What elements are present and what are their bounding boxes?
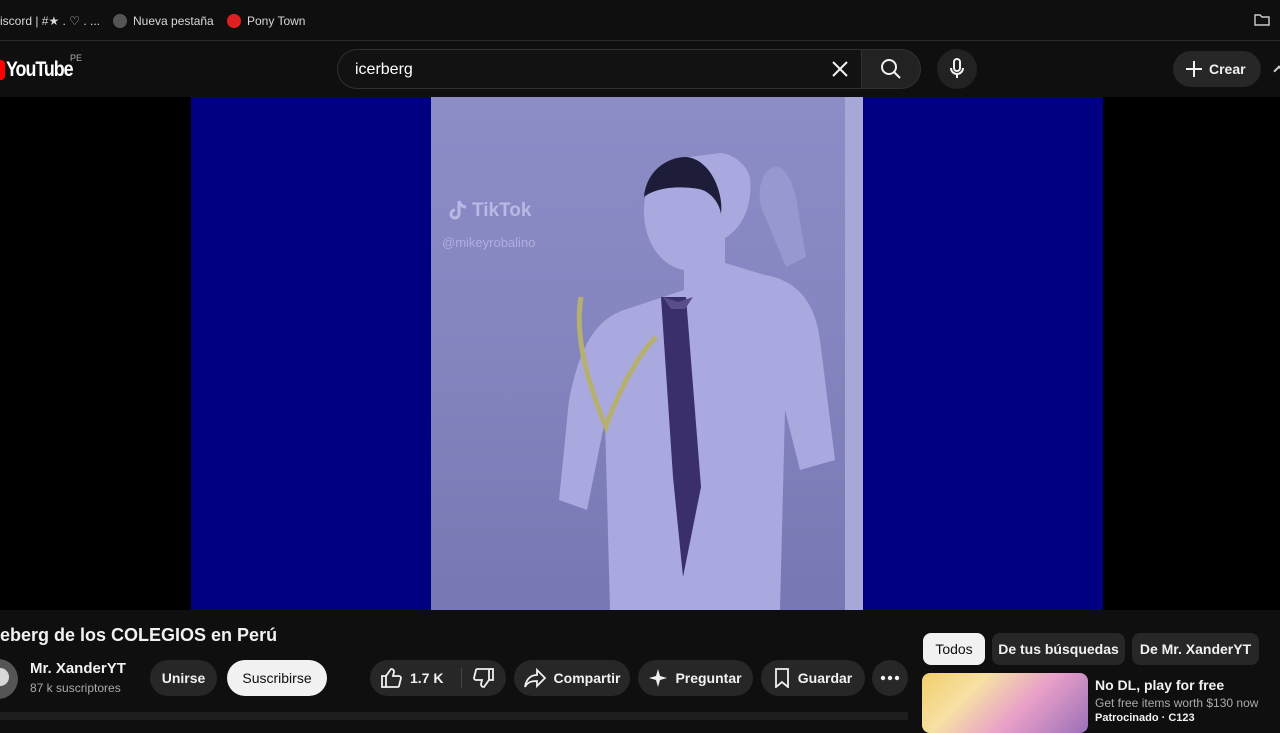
sparkle-icon [649, 669, 668, 687]
more-horizontal-icon [880, 675, 900, 681]
bookmarks-bar: iscord | #★ . ♡ . ... Nueva pestaña Pony… [0, 0, 1280, 41]
join-label: Unirse [161, 670, 206, 686]
like-dislike-group: 1.7 K [370, 660, 506, 696]
subscribe-button[interactable]: Suscribirse [227, 660, 327, 696]
close-icon [832, 61, 848, 77]
play-logo-icon [0, 60, 5, 80]
description-box-edge [0, 712, 908, 720]
chip-from-channel[interactable]: De Mr. XanderYT [1132, 633, 1259, 665]
chip-todos[interactable]: Todos [923, 633, 985, 665]
chip-label: De tus búsquedas [998, 641, 1119, 657]
tiktok-watermark: TikTok [448, 200, 531, 222]
microphone-icon [950, 58, 964, 78]
masthead: YouTube PE Crear [0, 41, 1280, 97]
plus-icon [1186, 61, 1202, 77]
share-button[interactable]: Compartir [514, 660, 630, 696]
create-label: Crear [1209, 61, 1246, 77]
channel-avatar[interactable] [0, 659, 18, 699]
save-button[interactable]: Guardar [761, 660, 865, 696]
folder-icon[interactable] [1254, 13, 1270, 26]
bookmark-discord[interactable]: iscord | #★ . ♡ . ... [0, 13, 100, 29]
search-icon [881, 59, 901, 79]
more-actions-button[interactable] [872, 660, 908, 696]
clear-search-button[interactable] [825, 54, 855, 84]
dislike-button[interactable] [462, 660, 506, 696]
chip-label: De Mr. XanderYT [1139, 641, 1252, 657]
ask-button[interactable]: Preguntar [638, 660, 753, 696]
like-button[interactable]: 1.7 K [370, 660, 460, 696]
video-frame: TikTok @mikeyrobalino [191, 97, 1103, 610]
share-label: Compartir [553, 670, 621, 686]
subscribe-label: Suscribirse [242, 670, 312, 686]
bookmark-label: Pony Town [247, 14, 306, 28]
bookmark-pony-town[interactable]: Pony Town [227, 13, 305, 29]
subscriber-count: 87 k suscriptores [30, 681, 121, 695]
thumbs-up-icon [381, 668, 402, 688]
video-player[interactable]: TikTok @mikeyrobalino [0, 97, 1280, 610]
share-icon [523, 668, 546, 688]
video-title: eberg de los COLEGIOS en Perú [0, 625, 278, 645]
voice-search-button[interactable] [937, 49, 977, 89]
ad-description: Get free items worth $130 now [1095, 696, 1259, 710]
ask-label: Preguntar [675, 670, 742, 686]
save-label: Guardar [797, 670, 853, 686]
apple-icon [227, 14, 241, 28]
thumbs-down-icon [473, 668, 494, 688]
bookmark-label: iscord | #★ . ♡ . ... [0, 14, 100, 28]
country-code: PE [70, 53, 83, 63]
bookmark-new-tab[interactable]: Nueva pestaña [113, 13, 214, 29]
like-count: 1.7 K [410, 670, 444, 686]
person-figure [559, 153, 835, 610]
channel-name[interactable]: Mr. XanderYT [30, 660, 126, 677]
tiktok-brand: TikTok [472, 200, 532, 221]
globe-icon [113, 14, 127, 28]
tiktok-handle: @mikeyrobalino [442, 235, 536, 250]
tiktok-note-icon [449, 200, 467, 220]
join-button[interactable]: Unirse [150, 660, 217, 696]
notifications-icon[interactable] [1273, 65, 1280, 77]
search-input[interactable] [353, 50, 827, 90]
chip-from-searches[interactable]: De tus búsquedas [992, 633, 1125, 665]
video-content: TikTok @mikeyrobalino [431, 97, 863, 610]
bookmark-icon [774, 668, 789, 688]
ad-title[interactable]: No DL, play for free [1095, 677, 1224, 693]
chip-label: Todos [935, 641, 973, 657]
bookmark-label: Nueva pestaña [133, 14, 214, 28]
search-box [337, 49, 861, 90]
logo-text: YouTube [6, 58, 74, 81]
ad-sponsored-label: Patrocinado · C123 [1095, 712, 1195, 724]
ad-thumbnail[interactable] [922, 673, 1088, 733]
search-button[interactable] [861, 49, 921, 89]
create-button[interactable]: Crear [1173, 51, 1261, 87]
